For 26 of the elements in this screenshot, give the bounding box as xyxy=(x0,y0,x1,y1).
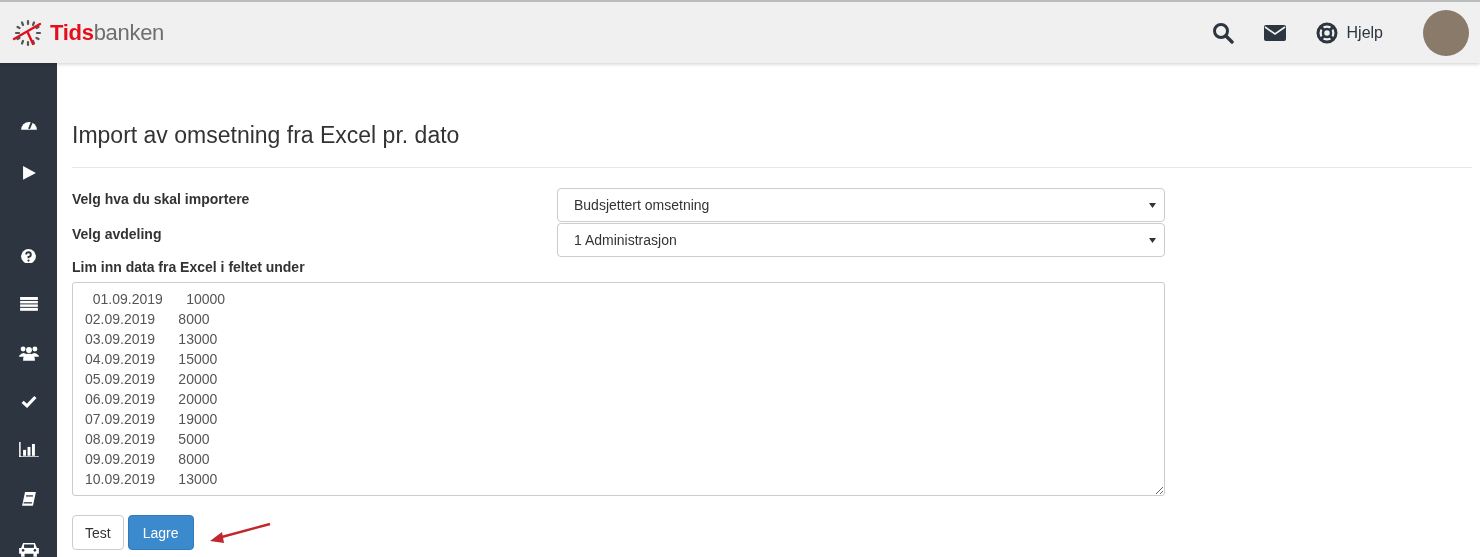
mail-icon[interactable] xyxy=(1263,24,1286,41)
caret-icon xyxy=(1149,237,1156,243)
field-label: Lim inn data fra Excel i feltet under xyxy=(72,259,306,275)
caret-icon xyxy=(1149,202,1156,208)
users-icon[interactable] xyxy=(18,345,39,361)
play-icon[interactable] xyxy=(20,164,37,181)
help-link[interactable]: Hjelp xyxy=(1315,21,1383,44)
question-icon[interactable] xyxy=(21,248,36,264)
check-icon[interactable] xyxy=(20,394,37,408)
logo[interactable]: Tidsbanken xyxy=(11,17,165,48)
field-label: Velg avdeling xyxy=(72,226,163,242)
page-title: Import av omsetning fra Excel pr. dato xyxy=(72,122,461,149)
test-button[interactable]: Test xyxy=(72,515,124,550)
bar-chart-icon[interactable] xyxy=(18,441,39,458)
list-icon[interactable] xyxy=(19,297,38,312)
search-icon[interactable] xyxy=(1211,21,1234,44)
field-label: Velg hva du skal importere xyxy=(72,191,251,207)
logo-wordmark: Tidsbanken xyxy=(50,19,165,46)
text-area[interactable]: 01.09.2019 10000 02.09.2019 8000 03.09.2019 13000 04.09.2019 15000 05.09.2019 20000 06.09.2019 20000 07.09.2019 19000 08.09.2019 5000 09.09.2019 8000 10.09.2019 13000 xyxy=(72,282,1165,496)
dropdown[interactable]: Budsjettert omsetning xyxy=(557,188,1165,222)
save-button[interactable]: Lagre xyxy=(127,515,194,550)
lifebuoy-icon xyxy=(1315,21,1338,44)
book-icon[interactable] xyxy=(20,491,37,508)
dropdown[interactable]: 1 Administrasjon xyxy=(557,223,1165,257)
avatar[interactable] xyxy=(1423,9,1469,56)
car-icon[interactable] xyxy=(18,541,39,557)
